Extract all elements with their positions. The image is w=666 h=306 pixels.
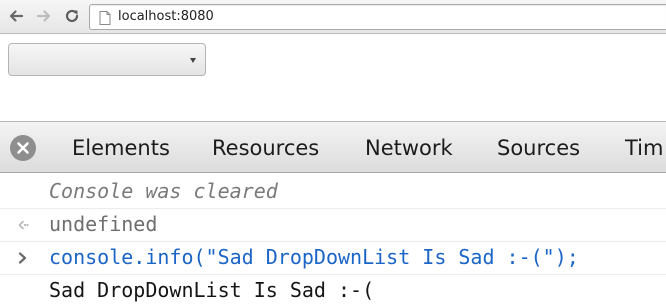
console-result: undefined: [0, 209, 666, 242]
console-panel: Console was cleared undefined console.in…: [0, 174, 666, 306]
reload-icon: [65, 9, 79, 23]
browser-toolbar: localhost:8080: [0, 0, 666, 34]
reload-button[interactable]: [62, 6, 82, 26]
console-log: Sad DropDownList Is Sad :-(: [0, 275, 666, 306]
tab-elements[interactable]: Elements: [72, 135, 170, 161]
devtools-tab-bar: Elements Resources Network Sources Tim: [0, 121, 666, 173]
address-bar[interactable]: localhost:8080: [89, 4, 666, 30]
arrow-left-icon: [9, 10, 24, 22]
url-text: localhost:8080: [118, 9, 214, 24]
console-result-text: undefined: [49, 212, 158, 236]
close-icon: [17, 142, 29, 154]
page-icon: [99, 11, 111, 25]
forward-button[interactable]: [34, 6, 54, 26]
chevron-down-icon: [190, 58, 196, 63]
console-input: console.info("Sad DropDownList Is Sad :-…: [0, 242, 666, 275]
console-message-text: Console was cleared: [49, 179, 278, 203]
tab-sources[interactable]: Sources: [497, 135, 580, 161]
dropdown-list[interactable]: [8, 43, 206, 76]
tab-resources[interactable]: Resources: [212, 135, 319, 161]
console-message: Console was cleared: [0, 176, 666, 209]
back-button[interactable]: [6, 6, 26, 26]
close-devtools-button[interactable]: [10, 135, 36, 161]
tab-network[interactable]: Network: [365, 135, 453, 161]
result-arrow-icon: [18, 220, 29, 230]
tab-timeline[interactable]: Tim: [625, 135, 663, 161]
arrow-right-icon: [36, 10, 51, 22]
console-input-text[interactable]: console.info("Sad DropDownList Is Sad :-…: [49, 245, 579, 269]
prompt-chevron-icon: [18, 252, 27, 264]
console-log-text: Sad DropDownList Is Sad :-(: [49, 278, 375, 302]
page-content: [0, 35, 666, 121]
